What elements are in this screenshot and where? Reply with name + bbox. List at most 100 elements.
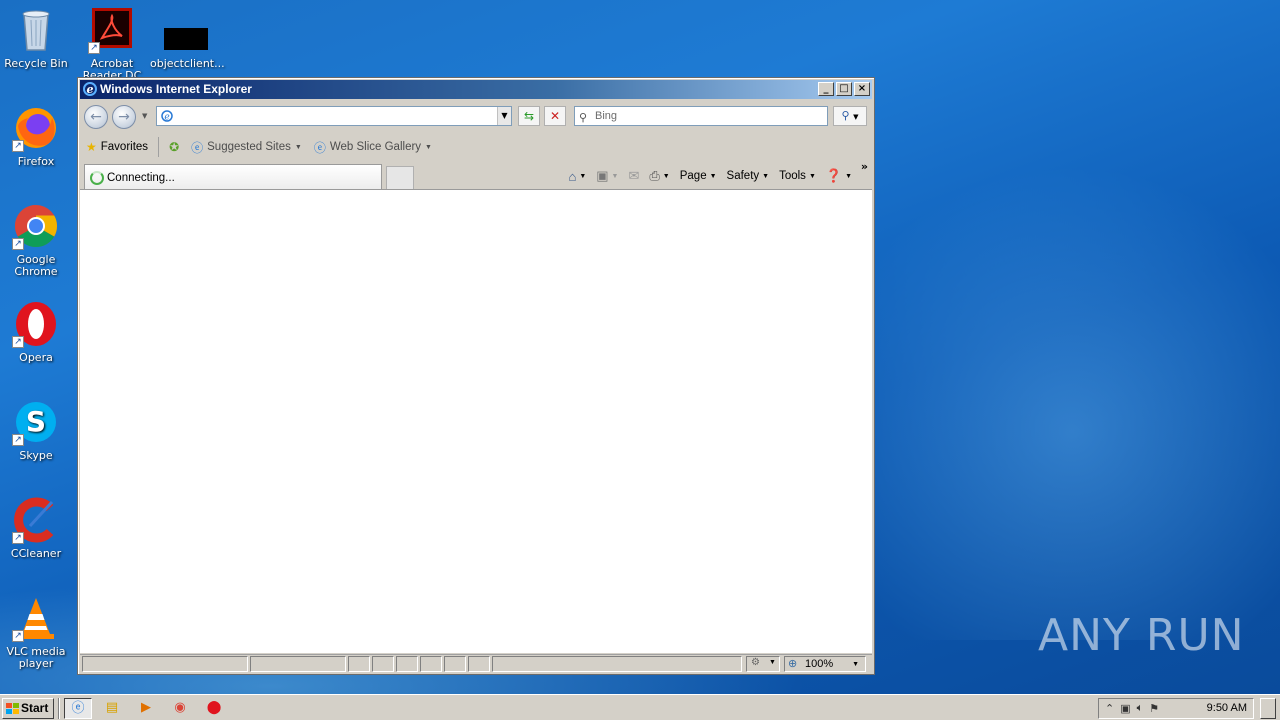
show-hidden-icons-icon[interactable]: ⌃ [1105,702,1114,715]
page-menu-label: Page [679,170,707,182]
desktop-icon-ccleaner[interactable]: ↗ CCleaner [0,496,72,560]
status-panel [420,656,442,672]
separator [158,137,160,157]
recycle-bin-icon [12,6,60,54]
chevron-down-icon: ▼ [294,143,302,151]
printer-icon: ⎙ [649,168,660,183]
acrobat-icon: ↗ [88,6,136,54]
command-bar: ⌂ ▼ ▣ ▼ ✉ ⎙ ▼ Page ▼ Safety ▼ Tools ▼ ❓ ▼ [563,162,866,190]
action-center-flag-icon[interactable]: ⚑ [1149,702,1159,715]
search-button[interactable]: ⚲ ▼ [833,106,867,126]
search-options-dropdown-icon[interactable]: ▼ [853,113,858,121]
ie-icon: ⓔ [71,701,85,716]
favorites-bar: ★ Favorites ✪ ⓔ Suggested Sites ▼ ⓔ Web … [80,134,872,160]
print-button[interactable]: ⎙ ▼ [644,168,674,184]
address-toolbar: ← → ▼ e ▼ ⇆ ✕ ⚲ Bing ⚲ ▼ [80,102,872,132]
svg-text:e: e [87,83,94,96]
zoom-control[interactable]: ⊕ 100% ▼ [784,656,866,672]
address-dropdown-icon[interactable]: ▼ [497,107,511,125]
start-button[interactable]: Start [2,698,54,719]
minimize-button[interactable]: _ [818,82,834,96]
back-button[interactable]: ← [84,105,108,129]
page-icon: e [160,109,174,123]
taskbar-ie-button[interactable]: ⓔ [64,698,92,719]
read-mail-button[interactable]: ✉ [623,168,644,184]
desktop-icon-chrome[interactable]: ↗ Google Chrome [0,202,72,278]
clock[interactable]: 9:50 AM [1207,702,1247,714]
desktop-icon-opera[interactable]: ↗ Opera [0,300,72,364]
favorites-label: Favorites [100,141,149,153]
chevron-down-icon: ▼ [852,661,859,668]
new-tab-button[interactable] [386,166,414,190]
desktop-icon-skype[interactable]: S ↗ Skype [0,398,72,462]
close-button[interactable]: × [854,82,870,96]
desktop-icon-recycle-bin[interactable]: Recycle Bin [0,6,72,70]
address-bar[interactable]: e ▼ [156,106,512,126]
tab-row: Connecting... ⌂ ▼ ▣ ▼ ✉ ⎙ ▼ Page ▼ Safety ▼ [80,160,872,190]
desktop-icon-firefox[interactable]: ↗ Firefox [0,104,72,168]
svg-text:S: S [26,405,46,438]
desktop-icon-objectclient[interactable]: objectclient... [150,6,225,70]
desktop-icon-label: objectclient... [150,57,225,70]
vlc-icon: ↗ [12,594,60,642]
more-commands-chevron-icon[interactable]: » [861,160,868,173]
status-bar: ⚙ ▼ ⊕ 100% ▼ [80,654,872,672]
protected-mode-button[interactable]: ⚙ ▼ [746,656,780,672]
help-menu[interactable]: ❓ ▼ [821,168,866,184]
shortcut-arrow-icon: ↗ [12,140,24,152]
chevron-down-icon: ▼ [709,172,717,180]
add-to-favorites-bar-button[interactable]: ✪ [163,140,185,154]
opera-icon: ↗ [12,300,60,348]
page-menu[interactable]: Page ▼ [675,170,722,182]
rss-icon: ▣ [596,168,609,183]
volume-icon[interactable]: 🔈︎ [1137,702,1144,715]
page-content[interactable] [80,189,872,653]
search-icon: ⚲ [579,112,588,124]
ie-window[interactable]: e Windows Internet Explorer _ □ × ← → ▼ … [77,77,875,675]
window-title: Windows Internet Explorer [100,82,252,96]
maximize-button[interactable]: □ [836,82,852,96]
chevron-down-icon: ▼ [769,659,776,666]
taskbar-media-player-button[interactable]: ▶ [132,698,160,719]
refresh-button[interactable]: ⇆ [518,106,540,126]
recent-pages-dropdown-icon[interactable]: ▼ [142,112,147,120]
home-button[interactable]: ⌂ ▼ [563,169,591,184]
windows-logo-icon [6,702,19,714]
desktop-icon-label: Skype [19,449,53,462]
forward-button[interactable]: → [112,105,136,129]
window-titlebar[interactable]: e Windows Internet Explorer _ □ × [80,80,872,99]
tools-menu[interactable]: Tools ▼ [774,170,821,182]
desktop-icon-vlc[interactable]: ↗ VLC media player [0,594,72,670]
safety-menu[interactable]: Safety ▼ [722,170,775,182]
media-player-icon: ▶ [141,700,151,715]
desktop-icon-acrobat[interactable]: ↗ Acrobat Reader DC [76,6,148,80]
star-icon: ★ [86,140,97,154]
loading-spinner-icon [90,171,104,185]
watermark-text: ANY RUN [1038,610,1245,661]
status-panel [396,656,418,672]
chevron-down-icon: ▼ [425,143,432,151]
feeds-button[interactable]: ▣ ▼ [591,168,623,184]
web-slice-gallery-label: Web Slice Gallery [329,141,422,153]
refresh-icon: ⇆ [523,109,535,123]
desktop-icon-label: CCleaner [10,547,62,560]
stop-button[interactable]: ✕ [544,106,566,126]
zoom-icon: ⊕ [788,658,798,670]
tab-active[interactable]: Connecting... [84,164,382,190]
status-panel [372,656,394,672]
suggested-sites-link[interactable]: ⓔ Suggested Sites ▼ [185,139,308,156]
taskbar-chrome-button[interactable]: ◉ [166,698,194,719]
help-icon: ❓ [825,168,843,183]
anyrun-watermark: ANY RUN [1038,610,1245,661]
show-desktop-button[interactable] [1260,698,1276,719]
shortcut-arrow-icon: ↗ [12,434,24,446]
favorites-button[interactable]: ★ Favorites [80,140,154,154]
search-input[interactable]: ⚲ Bing [574,106,828,126]
web-slice-gallery-link[interactable]: ⓔ Web Slice Gallery ▼ [308,139,438,156]
ccleaner-icon: ↗ [12,496,60,544]
taskbar-explorer-button[interactable]: ▤ [98,698,126,719]
desktop-icon-label: VLC media player [6,645,66,670]
taskbar-opera-button[interactable]: ⬤ [200,698,228,719]
ie-page-icon: ⓔ [191,140,204,155]
network-icon[interactable]: ▣ [1120,702,1130,715]
